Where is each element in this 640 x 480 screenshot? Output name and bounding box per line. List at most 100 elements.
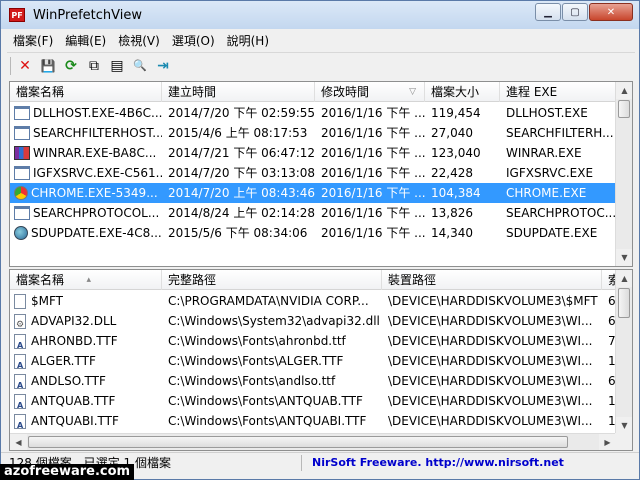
cell-filename: SDUPDATE.EXE-4C8... <box>31 226 162 240</box>
col-modified-label: 修改時間 <box>321 85 370 99</box>
app-icon: PF <box>9 8 25 22</box>
menu-help[interactable]: 說明(H) <box>221 32 275 49</box>
table-row[interactable]: $MFT C:\PROGRAMDATA\NVIDIA CORP... \DEVI… <box>10 291 632 311</box>
top-table-header: 檔案名稱 建立時間 修改時間 ▽ 檔案大小 進程 EXE <box>10 82 616 102</box>
cell-filename: WINRAR.EXE-BA8C... <box>33 146 157 160</box>
col-filename[interactable]: 檔案名稱 ▴ <box>10 270 162 290</box>
table-row[interactable]: SEARCHFILTERHOST... 2015/4/6 上午 08:17:53… <box>10 123 616 143</box>
scroll-up-arrow-icon[interactable]: ▲ <box>616 82 632 99</box>
table-row[interactable]: ANTQUABI.TTF C:\Windows\Fonts\ANTQUABI.T… <box>10 411 632 431</box>
cell-filename: SEARCHFILTERHOST... <box>33 126 162 140</box>
bottom-horizontal-scrollbar[interactable]: ◀ ▶ <box>10 433 616 450</box>
scroll-right-arrow-icon[interactable]: ▶ <box>599 434 616 450</box>
bottom-vertical-scrollbar[interactable]: ▲ ▼ <box>615 270 632 434</box>
table-row[interactable]: SEARCHPROTOCOL... 2014/8/24 上午 02:14:28 … <box>10 203 616 223</box>
cell-filename: $MFT <box>31 294 64 308</box>
copy-icon: ⧉ <box>89 57 99 74</box>
cell-created: 2015/5/6 下午 08:34:06 <box>168 226 308 240</box>
col-device-path[interactable]: 裝置路徑 <box>382 270 602 290</box>
cell-modified: 2016/1/16 下午 ... <box>321 146 425 160</box>
cell-filename: CHROME.EXE-5349... <box>31 186 158 200</box>
font-file-icon <box>14 373 26 391</box>
cell-created: 2014/7/20 下午 03:13:08 <box>168 166 315 180</box>
cell-process: CHROME.EXE <box>506 186 587 200</box>
exit-button[interactable]: ⇥ <box>152 55 174 77</box>
maximize-button[interactable]: ▢ <box>562 3 588 21</box>
cell-full-path: C:\Windows\Fonts\ALGER.TTF <box>168 354 344 368</box>
copy-button[interactable]: ⧉ <box>83 55 105 77</box>
cell-size: 123,040 <box>431 146 481 160</box>
cell-process: SEARCHPROTOC... <box>506 206 616 220</box>
table-row[interactable]: ANTQUAB.TTF C:\Windows\Fonts\ANTQUAB.TTF… <box>10 391 632 411</box>
delete-button[interactable]: ✕ <box>14 55 36 77</box>
top-vertical-scrollbar[interactable]: ▲ ▼ <box>615 82 632 266</box>
menu-file[interactable]: 檔案(F) <box>7 32 59 49</box>
app-window: PF WinPrefetchView ▁ ▢ ✕ 檔案(F) 編輯(E) 檢視(… <box>0 0 640 480</box>
find-icon: 🔍 <box>133 59 147 72</box>
sort-indicator-icon: ▴ <box>86 275 91 285</box>
toolbar-separator <box>10 56 11 75</box>
referenced-files-list[interactable]: 檔案名稱 ▴ 完整路徑 裝置路徑 索 $MFT C:\PROGRAMDATA\NV… <box>9 269 633 451</box>
title-bar[interactable]: PF WinPrefetchView ▁ ▢ ✕ <box>1 1 639 29</box>
minimize-button[interactable]: ▁ <box>535 3 561 21</box>
nirsoft-link[interactable]: NirSoft Freeware. http://www.nirsoft.net <box>302 456 564 469</box>
scroll-up-arrow-icon[interactable]: ▲ <box>616 270 632 287</box>
horizontal-scroll-thumb[interactable] <box>28 436 568 448</box>
menu-bar: 檔案(F) 編輯(E) 檢視(V) 選項(O) 說明(H) <box>7 29 275 51</box>
table-row[interactable]: WINRAR.EXE-BA8C... 2014/7/21 下午 06:47:12… <box>10 143 616 163</box>
table-row[interactable]: IGFXSRVC.EXE-C561... 2014/7/20 下午 03:13:… <box>10 163 616 183</box>
cell-filename: ADVAPI32.DLL <box>31 314 117 328</box>
col-full-path[interactable]: 完整路徑 <box>162 270 382 290</box>
cell-filename: ANTQUABI.TTF <box>31 414 119 428</box>
scroll-corner <box>615 433 632 450</box>
menu-view[interactable]: 檢視(V) <box>112 32 166 49</box>
cell-device-path: \DEVICE\HARDDISKVOLUME3\WI... <box>388 394 593 408</box>
col-process[interactable]: 進程 EXE <box>500 82 616 102</box>
refresh-button[interactable]: ⟳ <box>60 55 82 77</box>
scroll-down-arrow-icon[interactable]: ▼ <box>616 249 632 266</box>
col-modified[interactable]: 修改時間 ▽ <box>315 82 425 102</box>
save-button[interactable]: 💾 <box>37 55 59 77</box>
cell-filename: SEARCHPROTOCOL... <box>33 206 160 220</box>
cell-process: IGFXSRVC.EXE <box>506 166 594 180</box>
col-filename[interactable]: 檔案名稱 <box>10 82 162 102</box>
cell-created: 2014/7/21 下午 06:47:12 <box>168 146 315 160</box>
table-row[interactable]: ADVAPI32.DLL C:\Windows\System32\advapi3… <box>10 311 632 331</box>
cell-size: 27,040 <box>431 126 473 140</box>
cell-size: 22,428 <box>431 166 473 180</box>
table-row[interactable]: ALGER.TTF C:\Windows\Fonts\ALGER.TTF \DE… <box>10 351 632 371</box>
font-file-icon <box>14 393 26 411</box>
cell-size: 104,384 <box>431 186 481 200</box>
cell-created: 2014/7/20 下午 02:59:55 <box>168 106 315 120</box>
col-size[interactable]: 檔案大小 <box>425 82 500 102</box>
cell-device-path: \DEVICE\HARDDISKVOLUME3\WI... <box>388 354 593 368</box>
menu-options[interactable]: 選項(O) <box>166 32 221 49</box>
menu-edit[interactable]: 編輯(E) <box>59 32 112 49</box>
table-row-selected[interactable]: CHROME.EXE-5349... 2014/7/20 上午 08:43:46… <box>10 183 616 203</box>
exe-file-icon <box>14 126 30 140</box>
exit-icon: ⇥ <box>157 57 169 74</box>
prefetch-files-list[interactable]: 檔案名稱 建立時間 修改時間 ▽ 檔案大小 進程 EXE DLLHOST.EXE-… <box>9 81 633 267</box>
exe-file-icon <box>14 206 30 220</box>
delete-icon: ✕ <box>19 57 31 74</box>
font-file-icon <box>14 333 26 351</box>
cell-created: 2014/7/20 上午 08:43:46 <box>168 186 315 200</box>
find-button[interactable]: 🔍 <box>129 55 151 77</box>
table-row[interactable]: AHRONBD.TTF C:\Windows\Fonts\ahronbd.ttf… <box>10 331 632 351</box>
scroll-thumb[interactable] <box>618 288 630 318</box>
cell-device-path: \DEVICE\HARDDISKVOLUME3\WI... <box>388 314 593 328</box>
scroll-left-arrow-icon[interactable]: ◀ <box>10 434 27 450</box>
table-row[interactable]: DLLHOST.EXE-4B6C... 2014/7/20 下午 02:59:5… <box>10 103 616 123</box>
table-row[interactable]: SDUPDATE.EXE-4C8... 2015/5/6 下午 08:34:06… <box>10 223 616 243</box>
col-created[interactable]: 建立時間 <box>162 82 315 102</box>
col-filename-label: 檔案名稱 <box>16 273 65 287</box>
window-title: WinPrefetchView <box>33 7 142 23</box>
close-button[interactable]: ✕ <box>589 3 633 21</box>
properties-button[interactable]: ▤ <box>106 55 128 77</box>
scroll-thumb[interactable] <box>618 100 630 118</box>
scroll-down-arrow-icon[interactable]: ▼ <box>616 417 632 434</box>
cell-full-path: C:\Windows\Fonts\ANTQUABI.TTF <box>168 414 367 428</box>
top-table-rows: DLLHOST.EXE-4B6C... 2014/7/20 下午 02:59:5… <box>10 103 616 243</box>
cell-size: 13,826 <box>431 206 473 220</box>
table-row[interactable]: ANDLSO.TTF C:\Windows\Fonts\andlso.ttf \… <box>10 371 632 391</box>
